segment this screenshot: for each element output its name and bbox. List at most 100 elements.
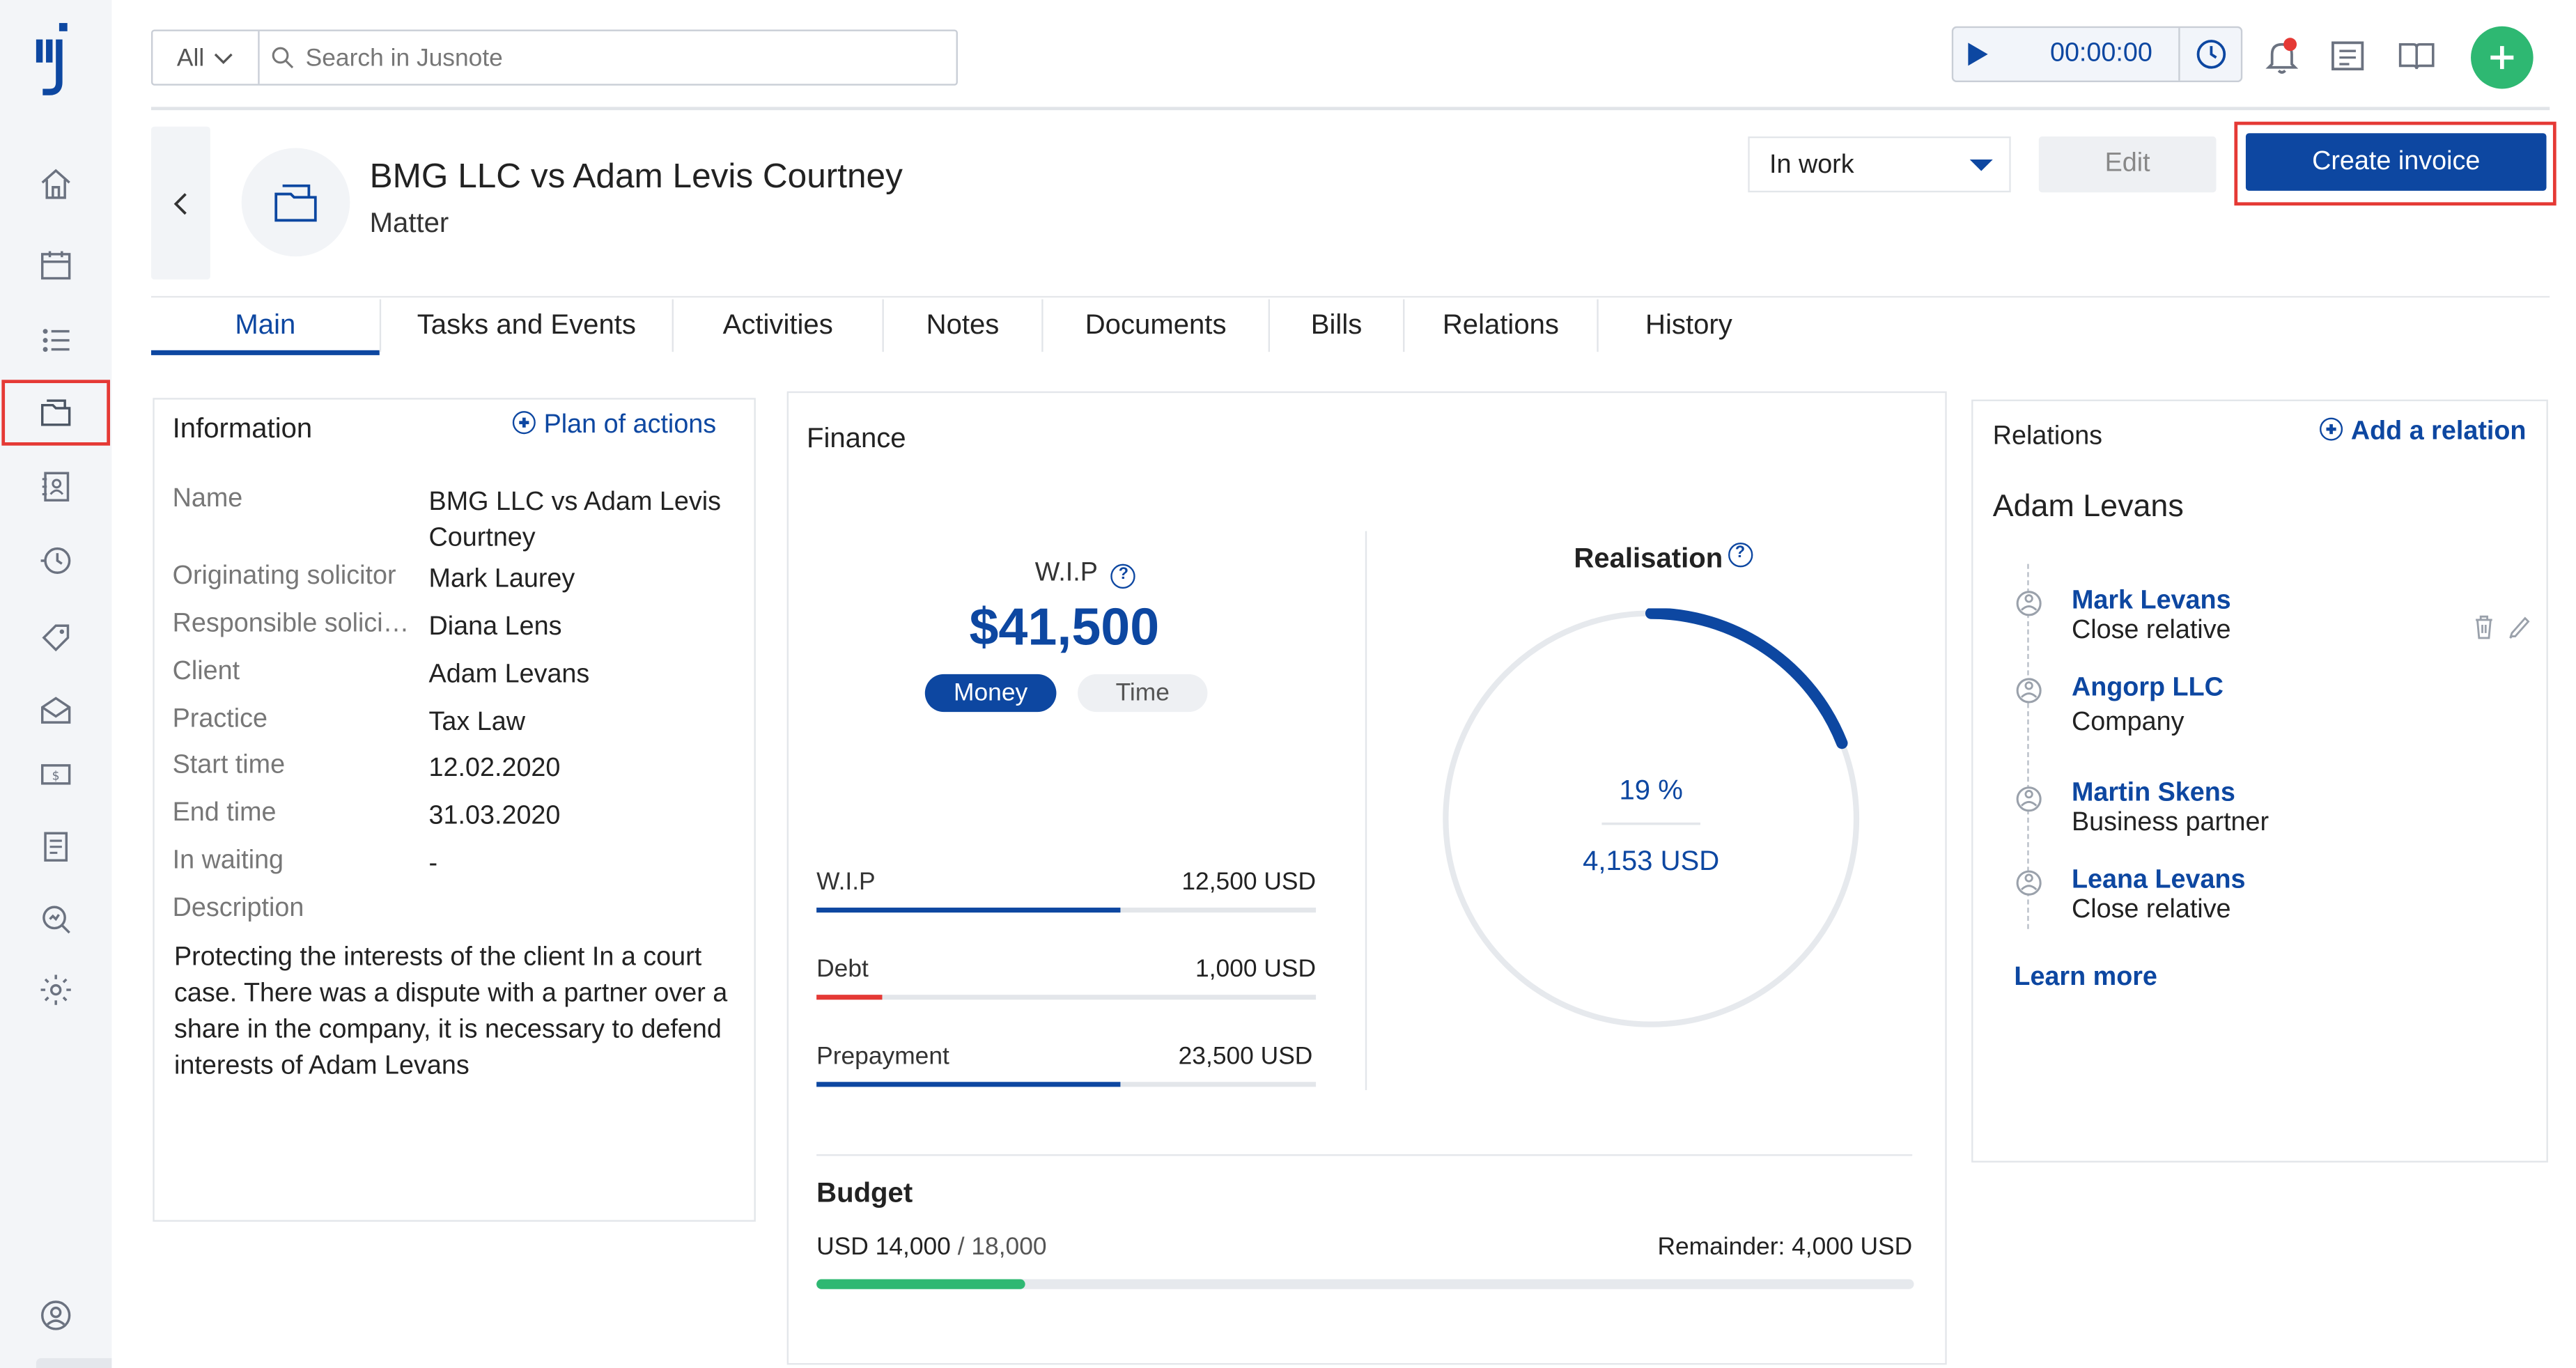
info-label: Client	[172, 658, 240, 686]
tab-notes[interactable]: Notes	[884, 297, 1041, 353]
active-tab-underline	[150, 350, 380, 355]
task-list-icon[interactable]	[33, 318, 79, 364]
budget-spent-value: USD 14,000	[816, 1233, 951, 1261]
realisation-percent: 19 %	[1619, 774, 1683, 806]
plan-of-actions-link[interactable]: Plan of actions	[512, 411, 716, 440]
relation-node-icon	[2016, 678, 2042, 704]
contacts-book-icon[interactable]	[33, 464, 79, 510]
matters-icon[interactable]	[33, 389, 79, 435]
tab-history[interactable]: History	[1599, 297, 1779, 353]
wip-label: W.I.P	[1034, 559, 1098, 587]
tab-documents[interactable]: Documents	[1043, 297, 1268, 353]
relation-item[interactable]: Angorp LLC Company	[2072, 674, 2224, 738]
chevron-left-icon	[173, 192, 187, 215]
status-value: In work	[1769, 151, 1854, 180]
info-label: In waiting	[172, 846, 284, 875]
finance-row-track	[816, 995, 1317, 1000]
mail-icon[interactable]	[33, 687, 79, 733]
budget-spent: USD 14,000 / 18,000	[816, 1233, 1046, 1261]
wip-heading: W.I.P ?	[1035, 559, 1136, 589]
settings-gear-icon[interactable]	[33, 967, 79, 1013]
budget-remainder: Remainder: 4,000 USD	[1657, 1233, 1913, 1261]
news-icon[interactable]	[2326, 35, 2368, 77]
status-dropdown[interactable]: In work	[1748, 136, 2011, 193]
finance-row-track	[816, 1082, 1317, 1087]
info-label: Description	[172, 894, 304, 923]
search-placeholder: Search in Jusnote	[305, 43, 503, 72]
notifications-bell-icon[interactable]	[2260, 35, 2303, 77]
billing-tag-icon[interactable]	[33, 612, 79, 658]
user-profile-icon[interactable]	[33, 1292, 79, 1338]
realisation-heading: Realisation?	[1574, 542, 1753, 575]
matter-title: BMG LLC vs Adam Levis Courtney	[369, 157, 903, 196]
edit-button[interactable]: Edit	[2038, 136, 2217, 193]
learn-more-link[interactable]: Learn more	[2014, 963, 2157, 993]
search-scope-label: All	[176, 43, 205, 72]
info-label: Responsible solicitor	[172, 609, 411, 638]
analytics-icon[interactable]	[33, 896, 79, 942]
jusnote-logo[interactable]	[33, 23, 79, 95]
info-value: Adam Levans	[428, 660, 590, 690]
tab-tasks-and-events[interactable]: Tasks and Events	[381, 297, 672, 353]
relation-node-icon	[2016, 870, 2042, 896]
relation-type: Company	[2071, 708, 2185, 737]
payments-icon[interactable]: $	[33, 752, 79, 798]
help-icon[interactable]: ?	[1728, 542, 1753, 568]
pencil-icon[interactable]	[2507, 614, 2530, 640]
matter-tabs: Main Tasks and Events Activities Notes D…	[150, 295, 2550, 355]
info-label: Start time	[172, 751, 286, 779]
finance-title: Finance	[806, 422, 906, 454]
relation-name[interactable]: Martin Skens	[2072, 779, 2269, 809]
reports-icon[interactable]	[33, 824, 79, 870]
relation-name[interactable]: Mark Levans	[2072, 587, 2231, 616]
finance-row-label: Debt	[816, 955, 869, 984]
info-value: 31.03.2020	[428, 802, 561, 831]
realisation-gauge	[1443, 608, 1860, 1027]
wip-amount: $41,500	[969, 596, 1160, 656]
info-value: 12.02.2020	[428, 754, 561, 783]
finance-divider	[1365, 531, 1367, 1091]
search-input[interactable]: Search in Jusnote	[271, 31, 503, 84]
help-icon[interactable]: ?	[1111, 563, 1136, 589]
finance-row-label: Prepayment	[816, 1042, 949, 1071]
calendar-icon[interactable]	[33, 242, 79, 288]
relation-type: Close relative	[2071, 616, 2231, 645]
finance-row-label: W.I.P	[816, 868, 876, 896]
tab-bills[interactable]: Bills	[1270, 297, 1403, 353]
home-icon[interactable]	[33, 161, 79, 207]
tab-relations[interactable]: Relations	[1404, 297, 1597, 353]
relation-item[interactable]: Mark Levans Close relative	[2072, 587, 2231, 646]
add-relation-link[interactable]: Add a relation	[2320, 417, 2526, 447]
money-toggle[interactable]: Money	[924, 674, 1057, 713]
time-toggle[interactable]: Time	[1078, 674, 1208, 713]
header-divider	[150, 107, 2550, 111]
time-history-icon[interactable]	[33, 538, 79, 584]
knowledge-book-icon[interactable]	[2396, 35, 2438, 77]
svg-text:$: $	[52, 769, 60, 783]
relation-name[interactable]: Leana Levans	[2072, 866, 2246, 896]
relation-item[interactable]: Leana Levans Close relative	[2072, 866, 2246, 926]
search-scope-select[interactable]: All	[153, 31, 260, 84]
relation-name[interactable]: Angorp LLC	[2072, 674, 2224, 704]
budget-divider	[816, 1154, 1913, 1156]
finance-row-track	[816, 908, 1317, 913]
info-value: -	[428, 850, 438, 878]
timer-history-icon[interactable]	[2178, 28, 2242, 81]
relations-title: Relations	[1992, 422, 2103, 451]
add-circle-icon	[2320, 417, 2343, 441]
add-new-button[interactable]	[2471, 26, 2534, 89]
information-title: Information	[172, 412, 313, 444]
finance-row-wip: W.I.P 12,500 USD	[816, 868, 1317, 914]
tab-main[interactable]: Main	[151, 297, 380, 353]
relation-item[interactable]: Martin Skens Business partner	[2072, 779, 2269, 839]
tab-activities[interactable]: Activities	[674, 297, 883, 353]
info-label: Originating solicitor	[172, 562, 396, 591]
trash-icon[interactable]	[2472, 614, 2495, 640]
global-search: All Search in Jusnote	[150, 29, 958, 86]
add-circle-icon	[512, 411, 536, 435]
relations-person: Adam Levans	[1992, 490, 2184, 525]
back-button[interactable]	[150, 126, 210, 280]
budget-total-value: / 18,000	[957, 1233, 1047, 1261]
create-invoice-button[interactable]: Create invoice	[2245, 133, 2547, 191]
play-icon[interactable]	[1953, 28, 2003, 81]
